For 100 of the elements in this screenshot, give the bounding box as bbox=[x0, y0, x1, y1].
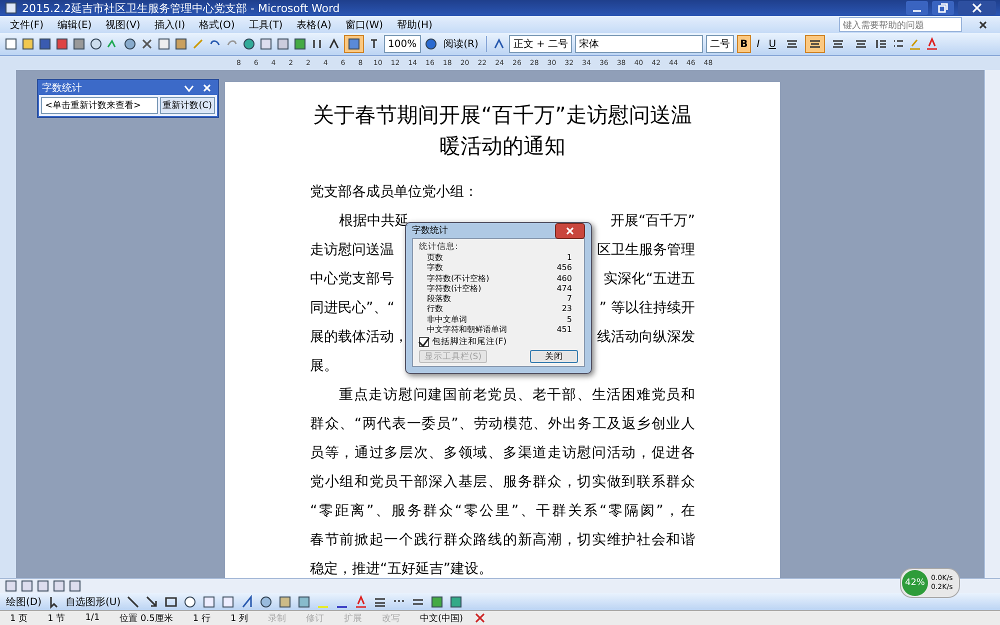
underline-button[interactable]: U bbox=[766, 35, 780, 53]
checkbox[interactable] bbox=[419, 337, 429, 348]
text-line: 稳定，推进“五好延吉”建设。 bbox=[310, 560, 493, 578]
status-item: 改写 bbox=[381, 612, 402, 624]
status-item: 录制 bbox=[267, 612, 288, 624]
alignment-button[interactable] bbox=[805, 35, 826, 53]
menu-item[interactable]: 帮助(H) bbox=[397, 18, 432, 32]
recount-button[interactable]: 重新计数(C) bbox=[160, 97, 215, 114]
text-line: 春节前掀起一个践行群众路线的新高潮，切实维护社会和谐 bbox=[310, 531, 695, 550]
stat-value: 1 bbox=[566, 253, 572, 264]
text-line: 根据中共延 bbox=[339, 212, 409, 231]
menu-item[interactable]: 文件(F) bbox=[10, 18, 44, 32]
checkmark-icon bbox=[417, 335, 431, 350]
text-line: 同进民心”、“ bbox=[310, 299, 395, 318]
menu-item[interactable]: 工具(T) bbox=[248, 18, 283, 32]
arrow-icon[interactable] bbox=[144, 594, 159, 608]
close-icon[interactable] bbox=[970, 1, 984, 15]
text-line: 走访慰问送温 bbox=[310, 241, 394, 260]
status-item: 1 行 bbox=[192, 612, 212, 624]
stat-label: 字符数(计空格) bbox=[427, 284, 482, 294]
text-line: ” 等以往持续开 bbox=[599, 299, 695, 318]
rectangle-icon[interactable] bbox=[164, 594, 178, 608]
close-dialog-button[interactable]: 关闭 bbox=[530, 350, 578, 364]
text-line: 实深化“五进五 bbox=[604, 270, 695, 289]
status-item: 1 节 bbox=[46, 612, 66, 624]
status-item: 中文(中国) bbox=[419, 612, 464, 624]
toolbar-title: 字数统计 bbox=[42, 82, 83, 95]
zoom-combo[interactable]: 100% bbox=[384, 35, 421, 53]
menu-item[interactable]: 格式(O) bbox=[199, 18, 235, 32]
menu-item[interactable]: 窗口(W) bbox=[345, 18, 384, 32]
menu-item[interactable]: 表格(A) bbox=[296, 18, 332, 32]
text-line: 展的载体活动， bbox=[310, 328, 408, 347]
minimize-button[interactable] bbox=[906, 1, 928, 15]
help-search-field[interactable]: 键入需要帮助的问题 bbox=[839, 17, 962, 32]
font-combo[interactable]: 宋体 bbox=[575, 35, 704, 53]
stat-label: 中文字符和朝鲜语单词 bbox=[427, 325, 507, 336]
checkbox-label: 包括脚注和尾注(F) bbox=[432, 337, 507, 348]
status-item: 1/1 bbox=[84, 613, 101, 623]
stat-value: 460 bbox=[556, 274, 572, 284]
menu-item[interactable]: 插入(I) bbox=[154, 18, 186, 32]
status-item: 1 页 bbox=[9, 612, 29, 624]
stat-value: 474 bbox=[556, 284, 572, 294]
text-line: 区卫生服务管理 bbox=[597, 241, 695, 260]
status-item: 修订 bbox=[305, 612, 326, 624]
stat-value: 456 bbox=[556, 263, 572, 274]
text-line: 党小组和党员干部深入基层、服务群众，切实做到联系群众 bbox=[310, 473, 695, 492]
stat-label: 字符数(不计空格) bbox=[427, 274, 490, 284]
line-spacing-icon[interactable] bbox=[874, 37, 888, 51]
restore-icon[interactable] bbox=[936, 1, 950, 15]
salutation: 党支部各成员单位党小组： bbox=[310, 183, 479, 202]
menu-item[interactable]: 视图(V) bbox=[106, 18, 140, 32]
stat-label: 段落数 bbox=[427, 294, 451, 304]
text-line: 中心党支部号 bbox=[310, 270, 394, 289]
font-color-icon[interactable] bbox=[925, 37, 940, 51]
status-item: 扩展 bbox=[343, 612, 364, 624]
align-center-icon[interactable] bbox=[808, 37, 822, 51]
oval-icon[interactable] bbox=[182, 594, 197, 608]
stat-value: 23 bbox=[562, 304, 572, 315]
vertical-scrollbar[interactable] bbox=[984, 70, 1000, 578]
window-title: 2015.2.2延吉市社区卫生服务管理中心党支部 - Microsoft Word bbox=[22, 0, 341, 16]
stat-label: 字数 bbox=[427, 263, 443, 274]
text-line: 员等，通过多层次、多领域、多渠道走访慰问活动，促进各 bbox=[310, 444, 695, 463]
usage-percentage: 42% bbox=[902, 570, 928, 596]
italic-button[interactable]: I bbox=[754, 35, 763, 53]
close-button[interactable] bbox=[958, 1, 996, 15]
cut-icon[interactable] bbox=[140, 37, 154, 51]
status-item: 位置 0.5厘米 bbox=[118, 612, 174, 624]
style-combo[interactable]: 正文 + 二号 bbox=[509, 35, 572, 53]
dialog-close-button[interactable] bbox=[555, 222, 585, 238]
document-title-line: 暖活动的通知 bbox=[438, 133, 566, 160]
text-line: 线活动向纵深发 bbox=[597, 328, 695, 347]
font-color-icon[interactable] bbox=[354, 594, 368, 608]
group-label: 统计信息: bbox=[419, 242, 459, 252]
text-line: 展。 bbox=[310, 357, 338, 376]
text-line: “零距离”、服务群众“零公里”、干群关系“零隔阂”，在 bbox=[310, 502, 695, 521]
stat-value: 451 bbox=[556, 325, 572, 336]
justify-icon[interactable] bbox=[854, 37, 868, 51]
font-size-combo[interactable]: 二号 bbox=[706, 35, 734, 53]
stat-label: 非中文单词 bbox=[427, 314, 467, 325]
draw-menu[interactable]: 绘图(D) bbox=[6, 594, 42, 608]
restore-button[interactable] bbox=[932, 1, 954, 15]
word-count-dropdown[interactable]: <单击重新计数来查看> bbox=[41, 97, 158, 114]
text-line: 重点走访慰问建国前老党员、老干部、生活困难党员和 bbox=[338, 386, 695, 405]
read-button[interactable]: 阅读(R) bbox=[440, 35, 482, 53]
stat-label: 行数 bbox=[427, 304, 443, 315]
stat-value: 7 bbox=[566, 294, 572, 304]
align-left-icon[interactable] bbox=[785, 37, 800, 51]
text-line: 开展“百千万” bbox=[610, 212, 695, 231]
stat-label: 页数 bbox=[427, 253, 443, 263]
dialog-title: 字数统计 bbox=[412, 224, 448, 237]
document-title-line: 关于春节期间开展“百千万”走访慰问送温 bbox=[312, 102, 693, 129]
text-line: 群众、“两代表一委员”、劳动模范、外出务工及返乡创业人 bbox=[310, 415, 695, 434]
status-item: 1 列 bbox=[229, 612, 250, 624]
menu-item[interactable]: 编辑(E) bbox=[58, 18, 92, 32]
autoshapes-menu[interactable]: 自选图形(U) bbox=[66, 594, 121, 608]
bold-button[interactable]: B bbox=[737, 35, 751, 53]
document-map-button[interactable] bbox=[344, 35, 364, 53]
line-icon[interactable] bbox=[126, 594, 140, 608]
stat-value: 5 bbox=[566, 314, 572, 326]
align-right-icon[interactable] bbox=[831, 37, 846, 51]
